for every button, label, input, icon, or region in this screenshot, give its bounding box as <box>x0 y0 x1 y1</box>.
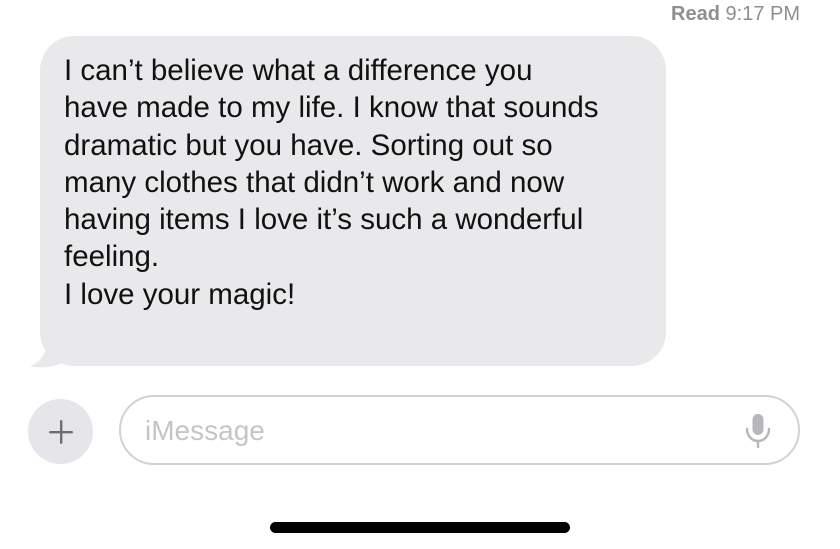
home-indicator[interactable] <box>270 522 570 533</box>
dictation-button[interactable] <box>744 413 772 449</box>
message-line: have made to my life. I know that sounds <box>64 91 599 125</box>
messages-screen: Read 9:17 PM I can’t believe what a diff… <box>0 0 840 549</box>
message-bubble[interactable]: I can’t believe what a difference you ha… <box>40 36 666 366</box>
compose-bar <box>0 395 840 467</box>
message-line: many clothes that didn’t work and now <box>64 165 565 199</box>
message-line: feeling. <box>64 240 160 274</box>
message-text: I can’t believe what a difference you ha… <box>64 52 646 313</box>
read-time: 9:17 PM <box>725 3 800 25</box>
read-label: Read <box>671 3 720 25</box>
message-line: I can’t believe what a difference you <box>64 54 533 87</box>
message-line: I love your magic! <box>64 277 296 311</box>
plus-icon <box>48 419 73 444</box>
message-input[interactable] <box>145 409 705 453</box>
microphone-icon <box>745 414 771 449</box>
message-input-field[interactable] <box>119 395 800 465</box>
read-receipt: Read 9:17 PM <box>671 3 800 26</box>
apps-plus-button[interactable] <box>28 399 93 464</box>
received-message[interactable]: I can’t believe what a difference you ha… <box>28 36 668 368</box>
message-line: dramatic but you have. Sorting out so <box>64 128 553 162</box>
message-line: having items I love it’s such a wonderfu… <box>64 203 584 237</box>
